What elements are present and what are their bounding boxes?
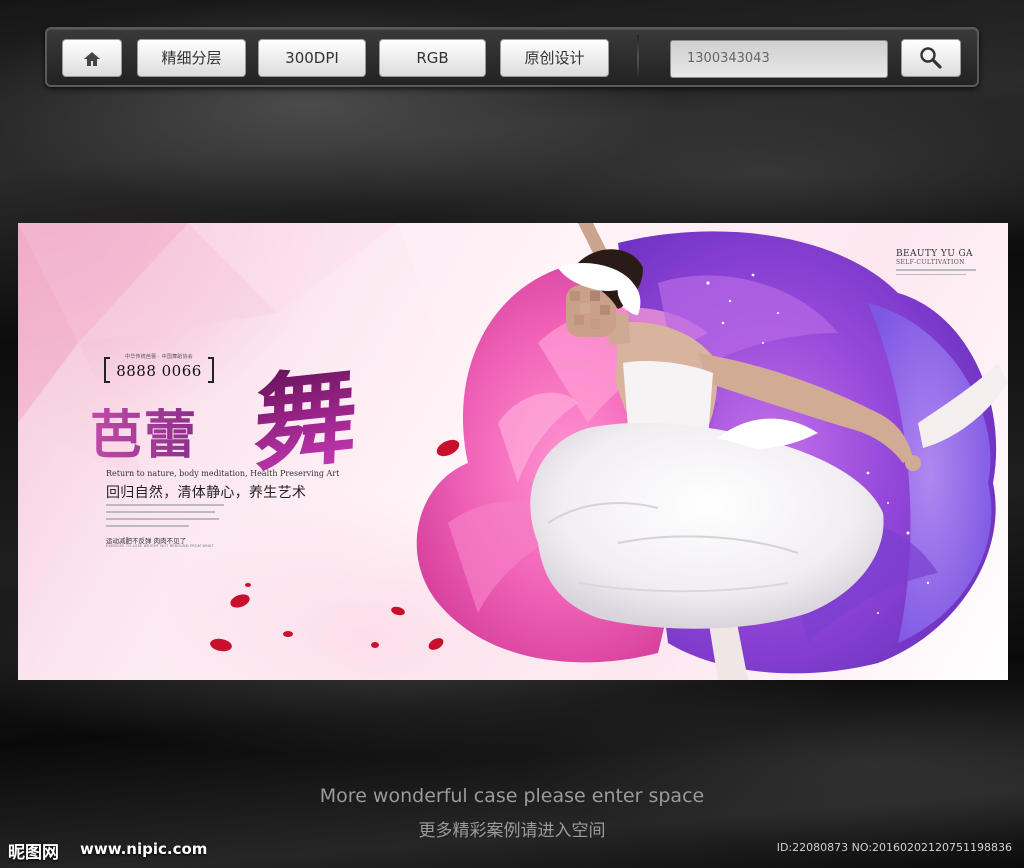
rgb-button-label: RGB [416, 49, 449, 67]
watermark-url: www.nipic.com [80, 840, 208, 858]
home-icon [84, 52, 100, 66]
bracket-left [104, 357, 110, 383]
toolbar-divider [637, 35, 639, 81]
subtitle-cn: 回归自然，清体静心，养生艺术 [106, 485, 307, 501]
phone-caption: 中华传统芭蕾 · 中国舞蹈协会 [125, 354, 193, 360]
poster-title: 芭蕾 [90, 393, 198, 468]
original-design-button-label: 原创设计 [524, 49, 585, 67]
home-button[interactable] [62, 39, 122, 77]
phone-block: 中华传统芭蕾 · 中国舞蹈协会 8888 0066 [104, 353, 214, 383]
watermark-id: ID:22080873 NO:20160202120751198836 [776, 841, 1012, 854]
dpi-button-label: 300DPI [285, 49, 339, 67]
corner-caption: BEAUTY YU GA SELF-CULTIVATION [896, 249, 976, 278]
corner-line-2: SELF-CULTIVATION [896, 259, 965, 266]
corner-text-placeholder [896, 269, 976, 275]
magnifier-icon [920, 47, 942, 69]
search-input[interactable]: 1300343043 [670, 40, 888, 78]
rgb-button[interactable]: RGB [379, 39, 486, 77]
body-text-placeholder [106, 504, 224, 532]
dpi-button[interactable]: 300DPI [258, 39, 366, 77]
corner-line-1: BEAUTY YU GA [896, 249, 973, 259]
subtitle-en: Return to nature, body meditation, Healt… [106, 469, 340, 478]
search-button[interactable] [901, 39, 961, 77]
original-design-button[interactable]: 原创设计 [500, 39, 609, 77]
bracket-right [208, 357, 214, 383]
footer-text-cn: 更多精彩案例请进入空间 [418, 821, 606, 841]
poster-banner: 中华传统芭蕾 · 中国舞蹈协会 8888 0066 芭蕾 舞 Return to… [18, 223, 1008, 680]
slogan-en: EXERCISE TO LOSE WEIGHT NOT REBOUND FROM… [106, 544, 214, 548]
layers-button-label: 精细分层 [161, 49, 222, 67]
phone-number: 8888 0066 [116, 362, 202, 380]
layers-button[interactable]: 精细分层 [137, 39, 246, 77]
watermark-logo: 昵图网 [8, 843, 59, 863]
footer-text-en: More wonderful case please enter space [319, 785, 705, 807]
toolbar: 精细分层 300DPI RGB 原创设计 1300343043 [45, 27, 979, 87]
poster-title-brush: 舞 [252, 329, 361, 492]
